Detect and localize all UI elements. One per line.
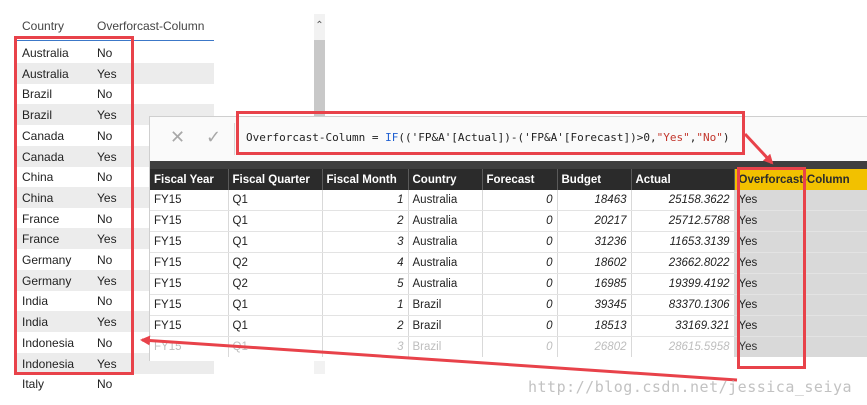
column-to-list-arrow <box>140 335 738 382</box>
watermark-text: http://blog.csdn.net/jessica_seiya <box>528 378 853 396</box>
annotation-arrows <box>140 132 774 382</box>
formula-to-column-arrow <box>743 132 774 165</box>
